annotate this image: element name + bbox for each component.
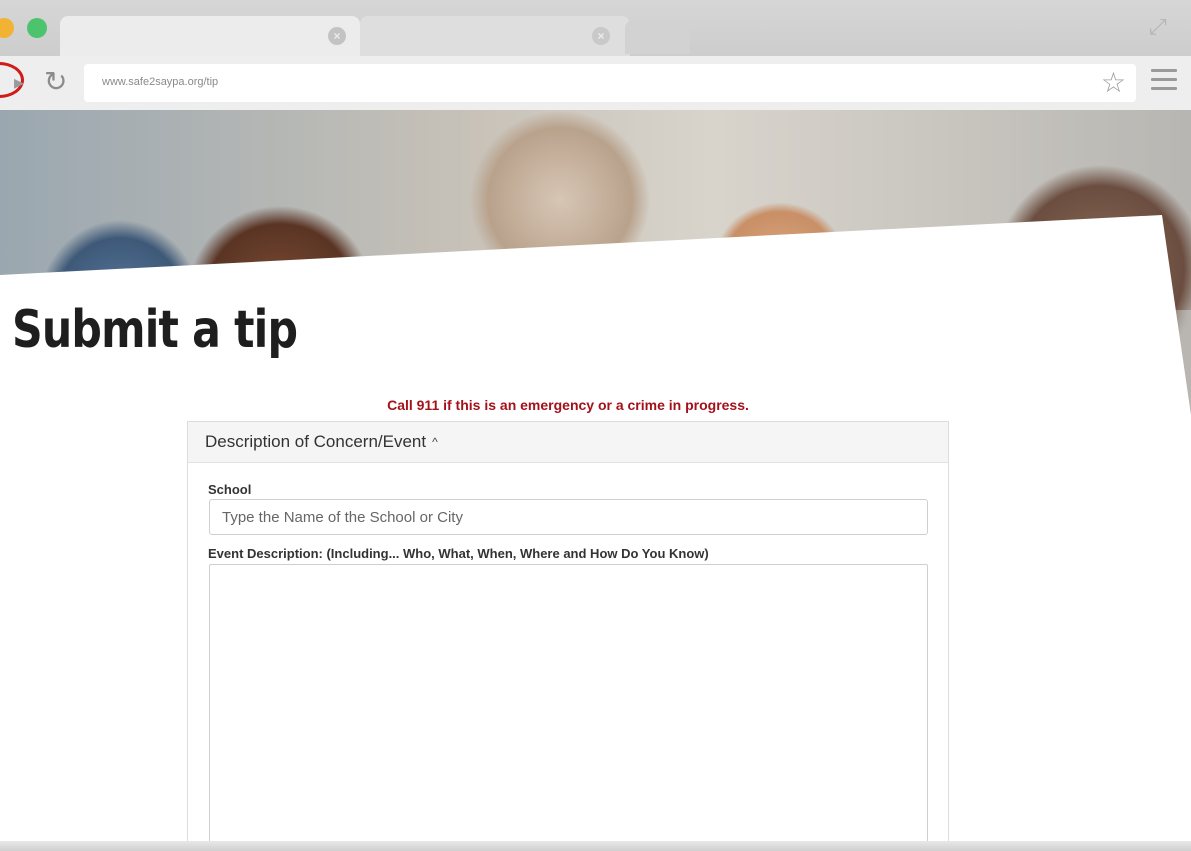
chevron-up-icon: ^ bbox=[432, 435, 438, 449]
reload-icon[interactable]: ↻ bbox=[44, 65, 67, 98]
concern-form-panel: Description of Concern/Event ^ School Ev… bbox=[187, 421, 949, 841]
school-label: School bbox=[208, 482, 252, 497]
page-viewport: Submit a tip Call 911 if this is an emer… bbox=[0, 110, 1191, 841]
close-tab-icon[interactable]: × bbox=[592, 27, 610, 45]
new-tab-button[interactable] bbox=[625, 20, 690, 54]
minimize-window-button[interactable] bbox=[0, 18, 14, 38]
browser-tab-strip: × × ⤢ bbox=[0, 0, 1191, 56]
menu-icon[interactable] bbox=[1151, 69, 1177, 96]
browser-tab-active[interactable]: × bbox=[60, 16, 360, 56]
maximize-window-button[interactable] bbox=[27, 18, 47, 38]
bookmark-star-icon[interactable]: ☆ bbox=[1101, 66, 1126, 99]
close-tab-icon[interactable]: × bbox=[328, 27, 346, 45]
address-bar[interactable]: www.safe2saypa.org/tip ☆ bbox=[84, 64, 1136, 102]
window-bottom-edge bbox=[0, 841, 1191, 851]
event-description-label: Event Description: (Including... Who, Wh… bbox=[208, 546, 709, 561]
forward-arrow-icon[interactable]: ▸ bbox=[14, 70, 24, 95]
section-toggle[interactable]: Description of Concern/Event ^ bbox=[188, 422, 948, 463]
url-text: www.safe2saypa.org/tip bbox=[102, 76, 219, 88]
page-title: Submit a tip bbox=[12, 300, 298, 360]
browser-toolbar: ▸ ↻ www.safe2saypa.org/tip ☆ bbox=[0, 56, 1191, 110]
section-title: Description of Concern/Event bbox=[205, 432, 427, 451]
browser-tab-inactive[interactable]: × bbox=[360, 16, 630, 56]
school-input[interactable] bbox=[209, 499, 928, 535]
event-description-textarea[interactable] bbox=[209, 564, 928, 841]
fullscreen-icon[interactable]: ⤢ bbox=[1149, 14, 1175, 40]
emergency-notice: Call 911 if this is an emergency or a cr… bbox=[387, 397, 749, 413]
